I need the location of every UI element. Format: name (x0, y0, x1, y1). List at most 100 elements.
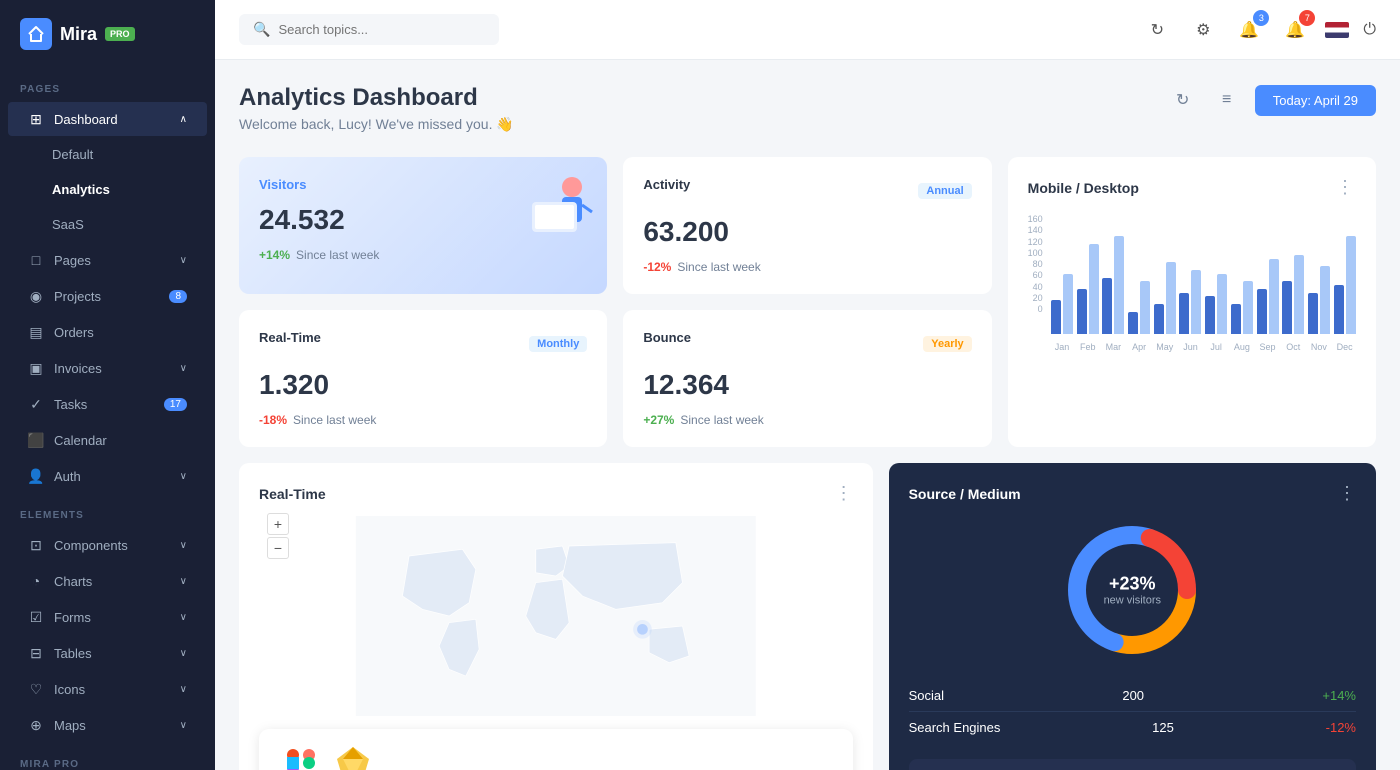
source-card-header: Source / Medium ⋮ (909, 483, 1356, 504)
visitors-change: +14% (259, 248, 290, 262)
source-change-search: -12% (1326, 720, 1356, 735)
zoom-in-button[interactable]: + (267, 513, 289, 535)
search-box[interactable]: 🔍 (239, 14, 499, 45)
bar-may (1153, 262, 1176, 334)
x-label-feb: Feb (1076, 338, 1099, 352)
orders-icon: ▤ (28, 324, 44, 340)
sidebar-item-tasks[interactable]: ✓ Tasks 17 (8, 387, 207, 421)
sidebar-label-orders: Orders (54, 325, 94, 340)
settings-button[interactable]: ≡ (1211, 84, 1243, 116)
x-label-sep: Sep (1256, 338, 1279, 352)
activity-change-text: Since last week (677, 260, 760, 274)
sidebar-item-saas[interactable]: SaaS (8, 208, 207, 241)
sidebar-item-orders[interactable]: ▤ Orders (8, 315, 207, 349)
x-label-may: May (1153, 338, 1176, 352)
notifications-button[interactable]: 🔔 3 (1233, 14, 1265, 46)
x-label-mar: Mar (1102, 338, 1125, 352)
bar-mar (1102, 236, 1125, 334)
sidebar-logo[interactable]: Mira PRO (0, 0, 215, 68)
auth-icon: 👤 (28, 468, 44, 484)
x-label-jan: Jan (1051, 338, 1074, 352)
sidebar-label-forms: Forms (54, 610, 91, 625)
page-title-section: Analytics Dashboard Welcome back, Lucy! … (239, 84, 514, 133)
source-medium-card: Source / Medium ⋮ (889, 463, 1376, 770)
donut-chart: +23% new visitors (909, 520, 1356, 660)
dashboard-icon: ⊞ (28, 111, 44, 127)
sidebar-item-forms[interactable]: ☑ Forms ∨ (8, 600, 207, 634)
tech-logos-dark: NEXT.js TS JS (909, 759, 1356, 770)
page-title: Analytics Dashboard (239, 84, 514, 112)
power-button[interactable]: ⏻ (1363, 21, 1376, 39)
pages-section-label: PAGES (0, 68, 215, 101)
bar-sep (1256, 259, 1279, 334)
bar-jul (1205, 274, 1228, 334)
x-label-nov: Nov (1308, 338, 1331, 352)
chevron-icon-tables: ∨ (180, 648, 187, 659)
source-value-search: 125 (1152, 720, 1174, 735)
x-axis: Jan Feb Mar Apr May Jun Jul Aug Sep Oct … (1051, 338, 1356, 352)
source-change-social: +14% (1322, 688, 1356, 703)
icons-icon: ♡ (28, 681, 44, 697)
source-table: Social 200 +14% Search Engines 125 -12% (909, 680, 1356, 743)
zoom-out-button[interactable]: − (267, 537, 289, 559)
x-label-jul: Jul (1205, 338, 1228, 352)
realtime-change-text: Since last week (293, 413, 376, 427)
search-input[interactable] (278, 22, 478, 37)
language-flag[interactable] (1325, 22, 1349, 38)
visitors-card: Visitors 24.532 +14% Since last week (239, 157, 607, 294)
content-area: Analytics Dashboard Welcome back, Lucy! … (215, 60, 1400, 770)
app-name: Mira (60, 24, 97, 45)
map-menu-button[interactable]: ⋮ (835, 483, 853, 504)
sidebar-item-icons[interactable]: ♡ Icons ∨ (8, 672, 207, 706)
calendar-icon: ⬛ (28, 432, 44, 448)
sidebar-item-calendar[interactable]: ⬛ Calendar (8, 423, 207, 457)
refresh-button[interactable]: ↻ (1141, 14, 1173, 46)
realtime-value: 1.320 (259, 369, 587, 401)
sidebar-item-analytics[interactable]: Analytics (8, 173, 207, 206)
sidebar-item-components[interactable]: ⊡ Components ∨ (8, 528, 207, 562)
filter-button[interactable]: ⚙ (1187, 14, 1219, 46)
sidebar-item-default[interactable]: Default (8, 138, 207, 171)
alerts-badge: 7 (1299, 10, 1315, 26)
pages-icon: □ (28, 252, 44, 268)
bar-oct (1282, 255, 1305, 334)
donut-wrapper: +23% new visitors (1062, 520, 1202, 660)
bars-container (1051, 214, 1356, 334)
bar-feb (1076, 244, 1099, 334)
bounce-change-text: Since last week (680, 413, 763, 427)
source-value-social: 200 (1122, 688, 1144, 703)
source-menu-button[interactable]: ⋮ (1338, 483, 1356, 504)
sidebar-item-pages[interactable]: □ Pages ∨ (8, 243, 207, 277)
chevron-icon-invoices: ∨ (180, 363, 187, 374)
sidebar-label-saas: SaaS (52, 217, 84, 232)
chevron-icon-dashboard: ∧ (180, 114, 187, 125)
donut-label: new visitors (1104, 595, 1161, 607)
activity-footer: -12% Since last week (643, 260, 971, 274)
sidebar-item-dashboard[interactable]: ⊞ Dashboard ∧ (8, 102, 207, 136)
donut-percent: +23% (1104, 574, 1161, 595)
sidebar-label-projects: Projects (54, 289, 101, 304)
sync-button[interactable]: ↻ (1167, 84, 1199, 116)
activity-label: Activity (643, 177, 690, 192)
sidebar-item-tables[interactable]: ⊟ Tables ∨ (8, 636, 207, 670)
sidebar-label-pages: Pages (54, 253, 91, 268)
bounce-footer: +27% Since last week (643, 413, 971, 427)
sidebar-item-projects[interactable]: ◉ Projects 8 (8, 279, 207, 313)
bar-chart: 160140120100806040200 (1028, 214, 1356, 352)
pro-badge: PRO (105, 27, 135, 41)
sidebar-item-charts[interactable]: ◔ Charts ∨ (8, 564, 207, 598)
header-actions: ↻ ⚙ 🔔 3 🔔 7 ⏻ (1141, 14, 1376, 46)
components-icon: ⊡ (28, 537, 44, 553)
sidebar-item-auth[interactable]: 👤 Auth ∨ (8, 459, 207, 493)
bar-chart-card: Mobile / Desktop ⋮ 160140120100806040200 (1008, 157, 1376, 447)
bounce-badge: Yearly (923, 336, 971, 352)
sidebar-label-tasks: Tasks (54, 397, 87, 412)
alerts-button[interactable]: 🔔 7 (1279, 14, 1311, 46)
chevron-icon-icons: ∨ (180, 684, 187, 695)
chart-header: Mobile / Desktop ⋮ (1028, 177, 1356, 198)
sidebar-item-invoices[interactable]: ▣ Invoices ∨ (8, 351, 207, 385)
sidebar-item-maps[interactable]: ⊕ Maps ∨ (8, 708, 207, 742)
activity-card: Activity Annual 63.200 -12% Since last w… (623, 157, 991, 294)
today-button[interactable]: Today: April 29 (1255, 85, 1376, 116)
chart-menu-button[interactable]: ⋮ (1336, 177, 1356, 198)
